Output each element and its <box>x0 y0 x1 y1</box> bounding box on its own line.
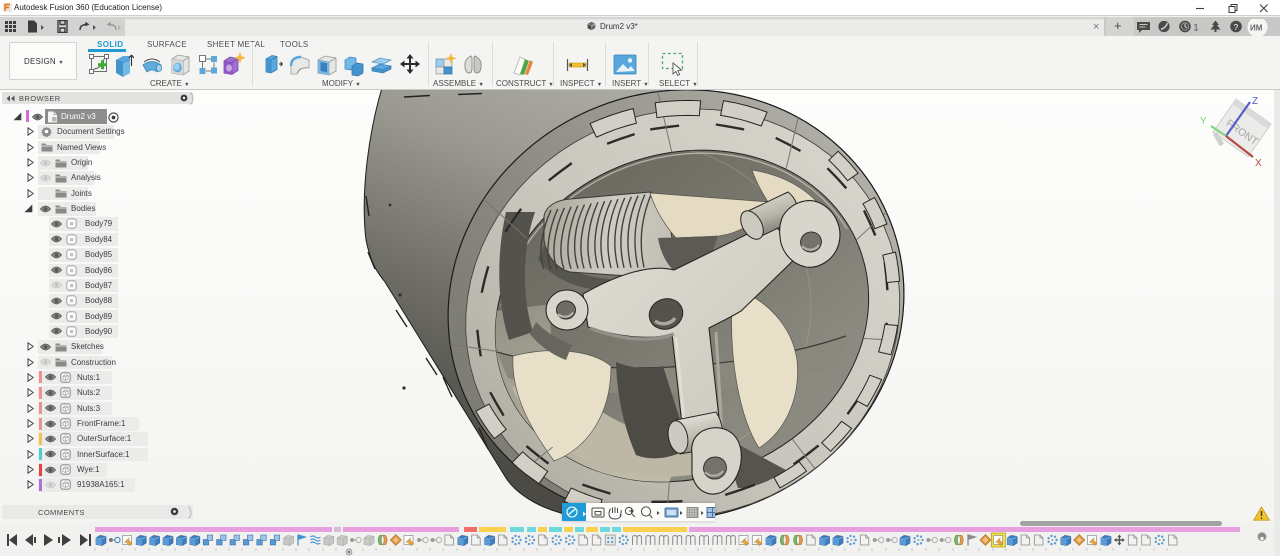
svg-text:Y: Y <box>1200 116 1207 127</box>
svg-text:1: 1 <box>1194 23 1199 33</box>
svg-text:Z: Z <box>1252 96 1258 107</box>
svg-text:ИМ: ИМ <box>1250 24 1263 33</box>
svg-text:X: X <box>1255 158 1262 169</box>
svg-text:?: ? <box>1234 22 1239 32</box>
